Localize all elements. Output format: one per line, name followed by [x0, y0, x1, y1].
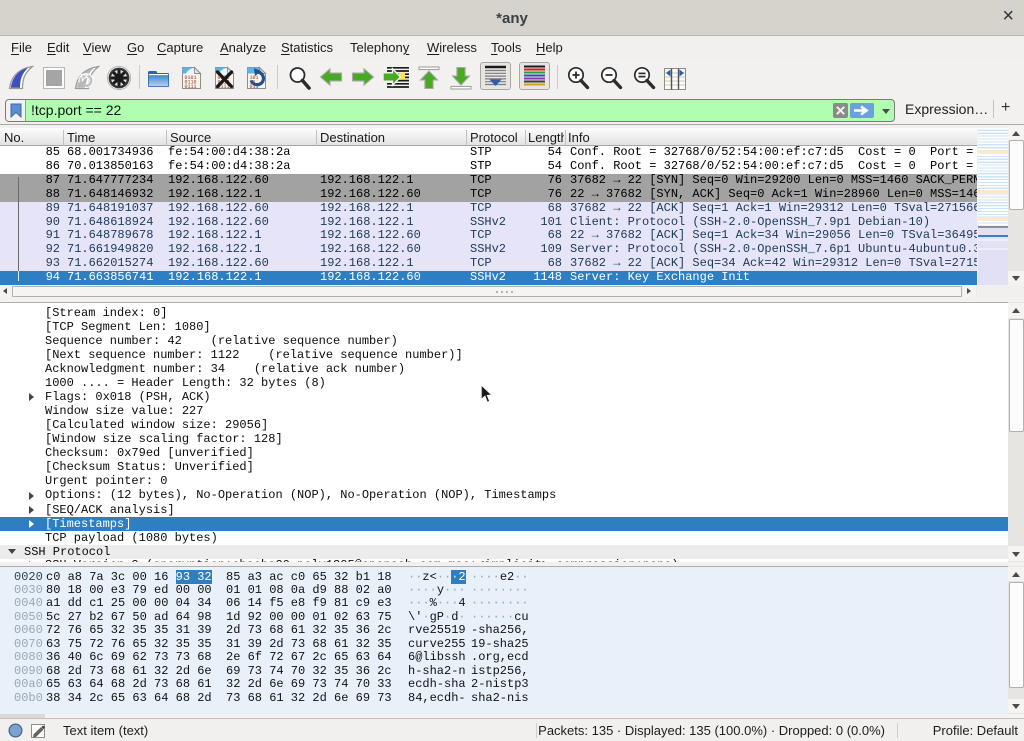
svg-text:0111: 0111 [185, 84, 197, 90]
